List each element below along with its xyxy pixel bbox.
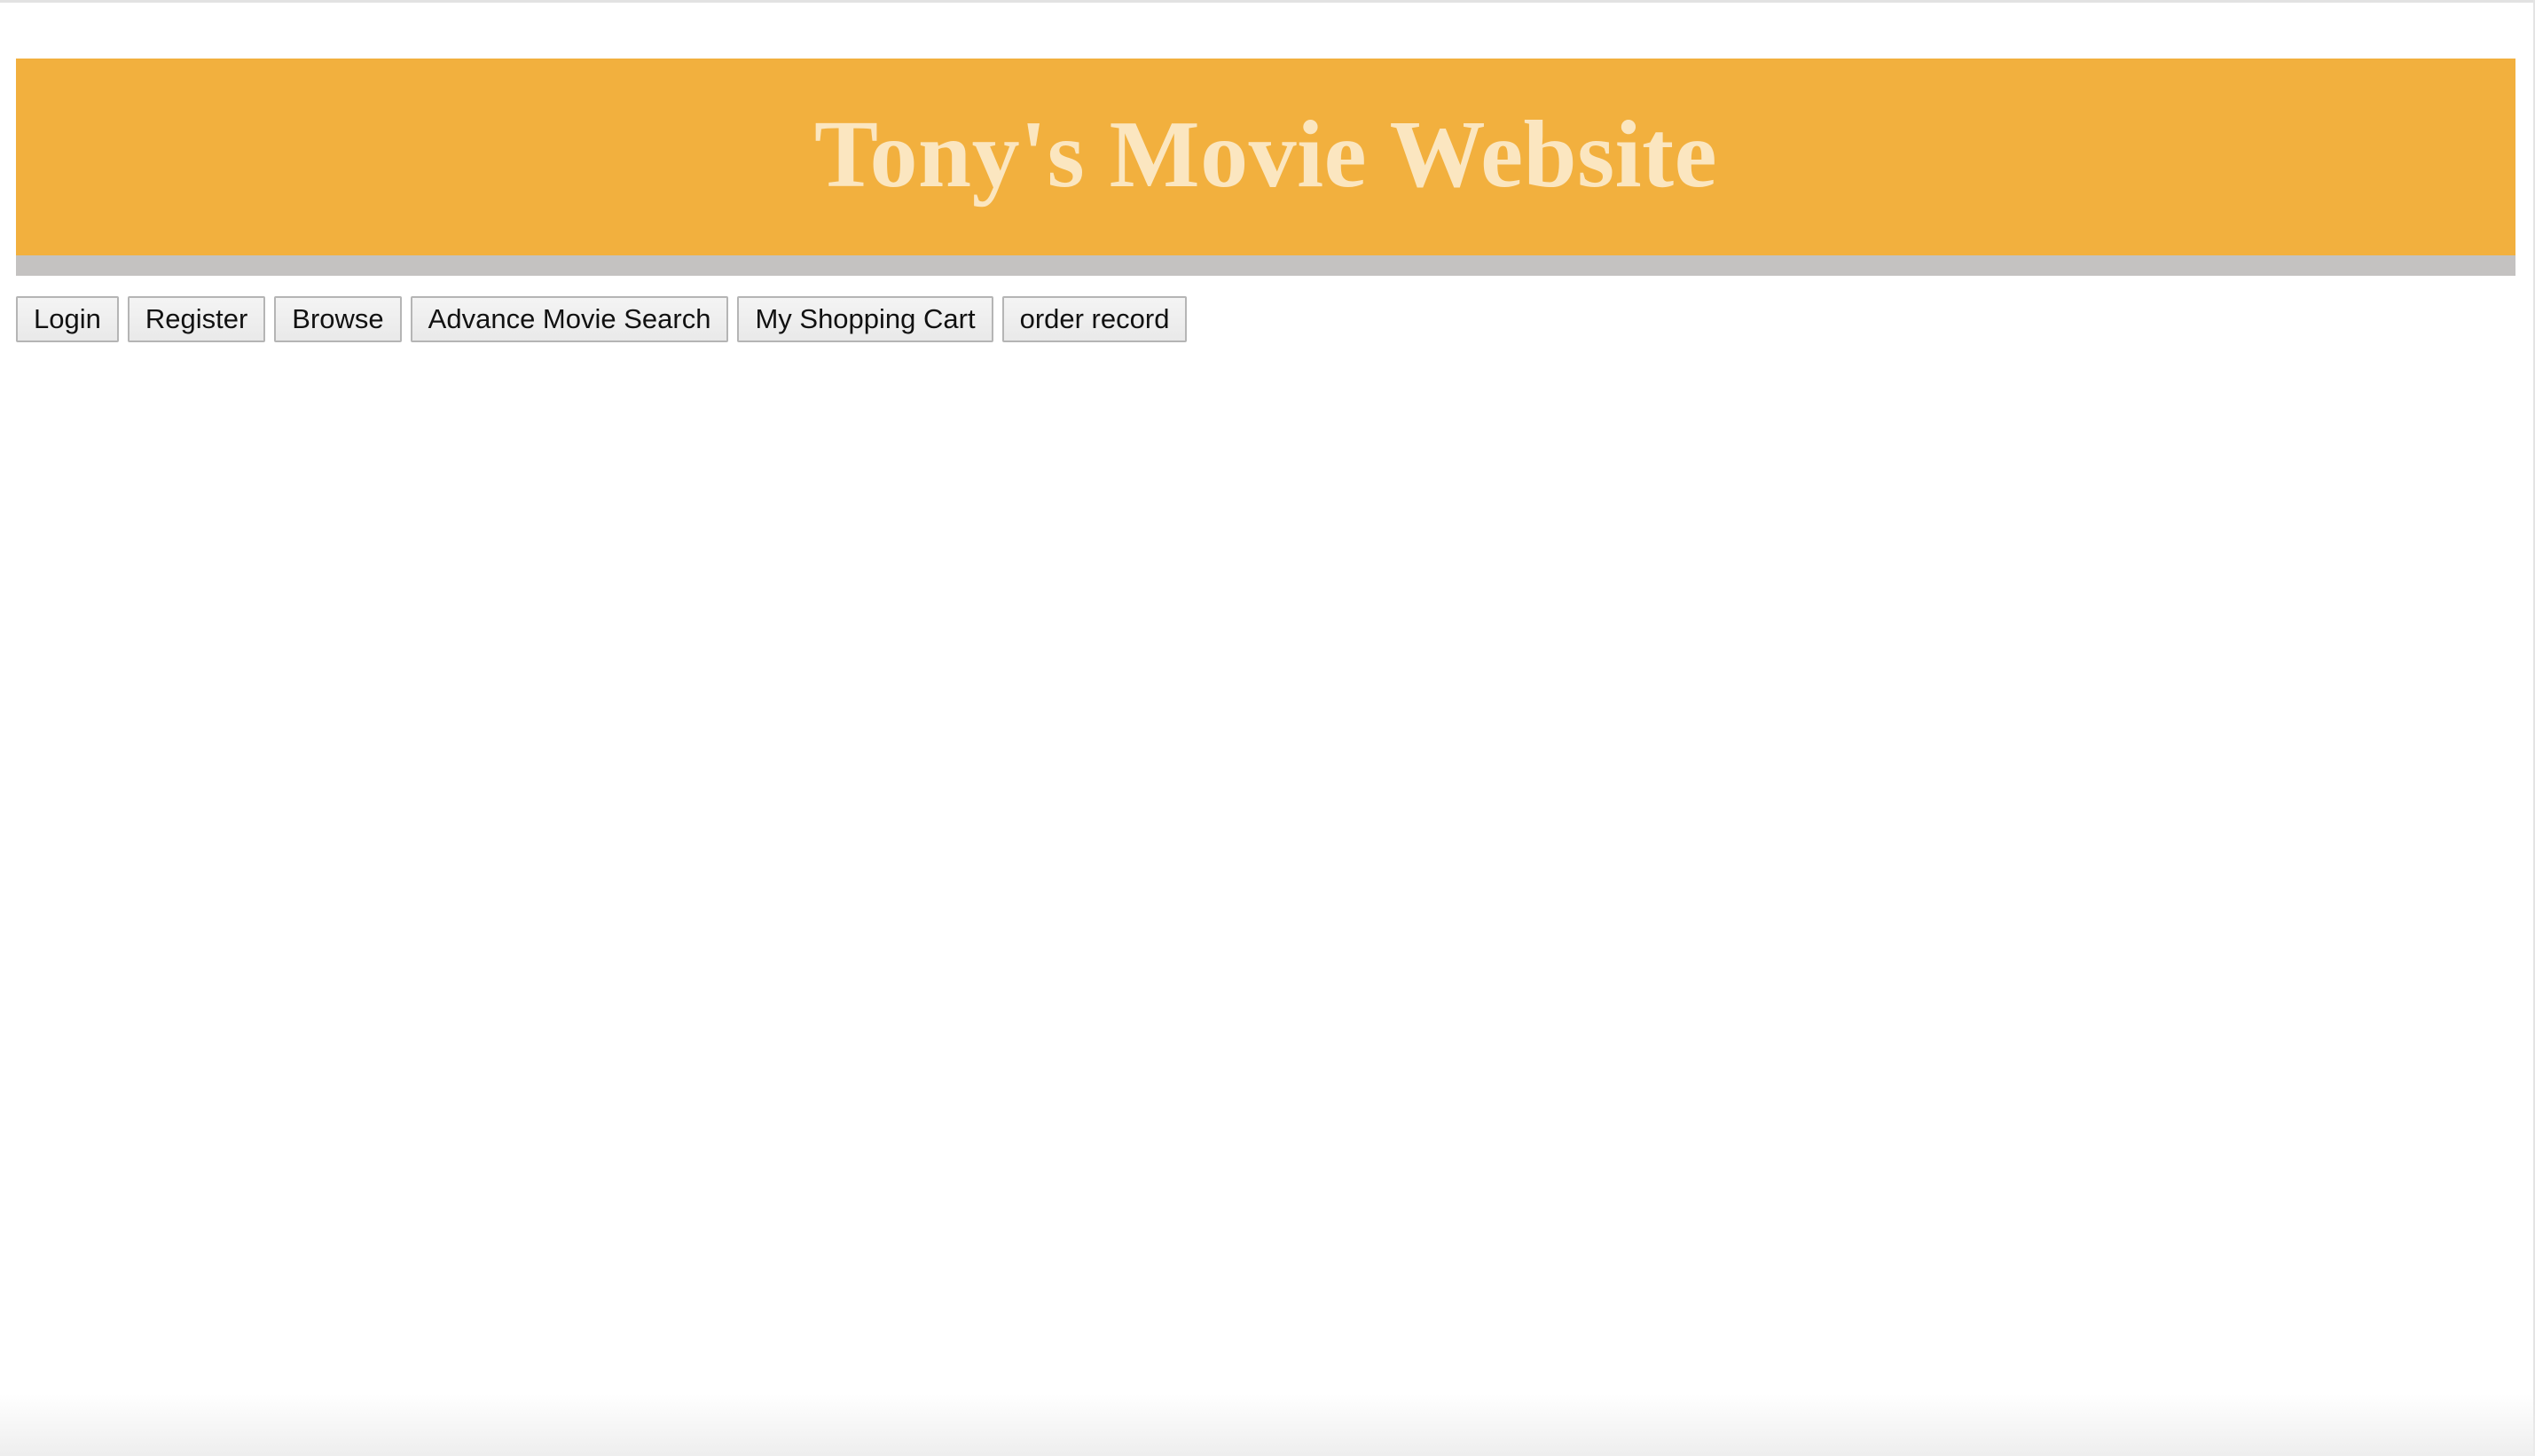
browse-button[interactable]: Browse [274,296,402,342]
order-record-button[interactable]: order record [1001,296,1188,342]
site-banner: Tony's Movie Website [16,59,2515,255]
banner-underbar [16,255,2515,276]
shopping-cart-button[interactable]: My Shopping Cart [737,296,993,342]
site-title: Tony's Movie Website [813,102,1718,207]
top-border [0,0,2535,3]
bottom-shadow [0,1394,2535,1456]
register-button[interactable]: Register [127,296,266,342]
main-nav: Login Register Browse Advance Movie Sear… [16,296,1188,342]
login-button[interactable]: Login [16,296,119,342]
advance-movie-search-button[interactable]: Advance Movie Search [410,296,729,342]
